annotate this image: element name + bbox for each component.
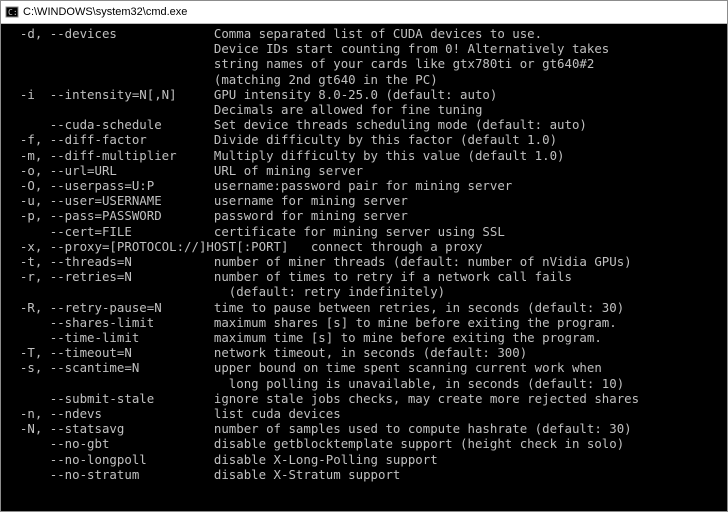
- help-line: -s, --scantime=N upper bound on time spe…: [5, 360, 723, 375]
- help-line: -f, --diff-factor Divide difficulty by t…: [5, 132, 723, 147]
- help-line: -x, --proxy=[PROTOCOL://]HOST[:PORT] con…: [5, 239, 723, 254]
- help-line: (matching 2nd gt640 in the PC): [5, 72, 723, 87]
- help-line: --no-gbt disable getblocktemplate suppor…: [5, 436, 723, 451]
- help-line: -N, --statsavg number of samples used to…: [5, 421, 723, 436]
- help-line: -d, --devices Comma separated list of CU…: [5, 26, 723, 41]
- help-line: -o, --url=URL URL of mining server: [5, 163, 723, 178]
- help-line: --no-stratum disable X-Stratum support: [5, 467, 723, 482]
- help-line: string names of your cards like gtx780ti…: [5, 56, 723, 71]
- help-line: -t, --threads=N number of miner threads …: [5, 254, 723, 269]
- titlebar[interactable]: C: C:\WINDOWS\system32\cmd.exe: [1, 1, 727, 24]
- help-line: --submit-stale ignore stale jobs checks,…: [5, 391, 723, 406]
- svg-text:C:: C:: [8, 8, 18, 17]
- help-line: Device IDs start counting from 0! Altern…: [5, 41, 723, 56]
- help-line: -n, --ndevs list cuda devices: [5, 406, 723, 421]
- help-line: --cert=FILE certificate for mining serve…: [5, 224, 723, 239]
- help-line: long polling is unavailable, in seconds …: [5, 376, 723, 391]
- help-line: -O, --userpass=U:P username:password pai…: [5, 178, 723, 193]
- terminal-output[interactable]: -d, --devices Comma separated list of CU…: [1, 24, 727, 511]
- help-line: -m, --diff-multiplier Multiply difficult…: [5, 148, 723, 163]
- window-title: C:\WINDOWS\system32\cmd.exe: [23, 6, 187, 18]
- help-line: -i --intensity=N[,N] GPU intensity 8.0-2…: [5, 87, 723, 102]
- cmd-icon: C:: [5, 5, 19, 19]
- cmd-window: C: C:\WINDOWS\system32\cmd.exe -d, --dev…: [0, 0, 728, 512]
- help-line: -p, --pass=PASSWORD password for mining …: [5, 208, 723, 223]
- help-line: -R, --retry-pause=N time to pause betwee…: [5, 300, 723, 315]
- help-line: -u, --user=USERNAME username for mining …: [5, 193, 723, 208]
- help-line: --cuda-schedule Set device threads sched…: [5, 117, 723, 132]
- help-line: (default: retry indefinitely): [5, 284, 723, 299]
- help-line: --time-limit maximum time [s] to mine be…: [5, 330, 723, 345]
- help-line: -r, --retries=N number of times to retry…: [5, 269, 723, 284]
- help-line: Decimals are allowed for fine tuning: [5, 102, 723, 117]
- help-line: -T, --timeout=N network timeout, in seco…: [5, 345, 723, 360]
- help-line: --no-longpoll disable X-Long-Polling sup…: [5, 452, 723, 467]
- help-line: --shares-limit maximum shares [s] to min…: [5, 315, 723, 330]
